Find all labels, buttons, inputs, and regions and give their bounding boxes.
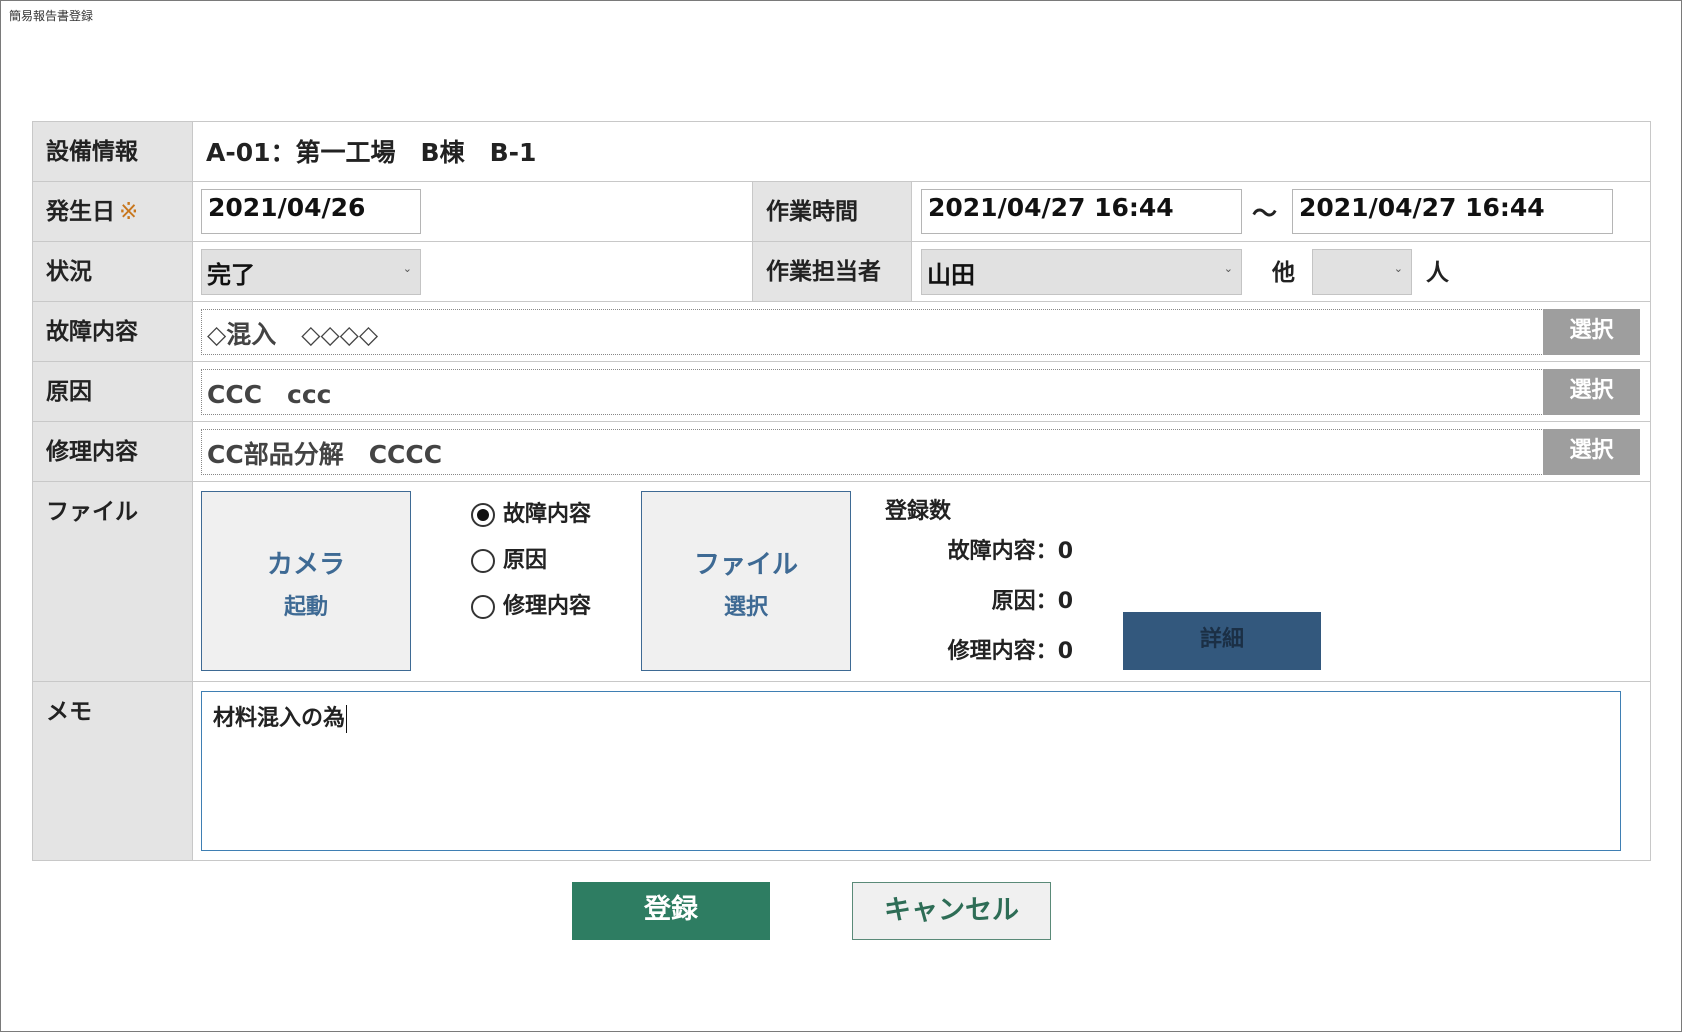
chevron-down-icon: ⌄ (1393, 262, 1403, 275)
radio-cause[interactable]: 原因 (471, 542, 547, 574)
row-fault: 故障内容 ◇混入 ◇◇◇◇ 選択 (33, 302, 1651, 362)
fault-label: 故障内容 (33, 302, 193, 361)
fault-value: ◇混入 ◇◇◇◇ (207, 320, 379, 349)
equipment-value: A-01：第一工場 B棟 B-1 (206, 138, 537, 167)
worker-label: 作業担当者 (752, 242, 912, 301)
count-fault: 故障内容：0 (947, 539, 1073, 564)
work-time-label: 作業時間 (752, 182, 912, 241)
memo-textarea[interactable]: 材料混入の為 (201, 691, 1621, 851)
occurrence-label: 発生日 ※ (33, 182, 193, 241)
repair-select-button[interactable]: 選択 (1543, 429, 1640, 475)
required-mark: ※ (119, 199, 139, 225)
file-select-button[interactable]: ファイル 選択 (641, 491, 851, 671)
memo-text: 材料混入の為 (213, 706, 346, 731)
cause-select-button[interactable]: 選択 (1543, 369, 1640, 415)
camera-button-line1: カメラ (266, 550, 345, 580)
row-status-worker: 状況 完了 ⌄ 作業担当者 山田 ⌄ 他 ⌄ 人 (33, 242, 1651, 302)
cause-value: CCC ccc (207, 380, 332, 409)
equipment-label: 設備情報 (33, 122, 193, 181)
detail-button[interactable]: 詳細 (1123, 612, 1321, 670)
camera-button-line2: 起動 (283, 595, 328, 620)
fault-field[interactable]: ◇混入 ◇◇◇◇ 選択 (201, 309, 1640, 355)
status-label: 状況 (33, 242, 193, 301)
row-memo: メモ 材料混入の為 (33, 682, 1651, 861)
radio-fault[interactable]: 故障内容 (471, 496, 591, 528)
radio-repair[interactable]: 修理内容 (471, 588, 591, 620)
count-repair: 修理内容：0 (947, 639, 1073, 664)
cause-field[interactable]: CCC ccc 選択 (201, 369, 1640, 415)
chevron-down-icon: ⌄ (402, 262, 412, 275)
repair-field[interactable]: CC部品分解 CCCC 選択 (201, 429, 1640, 475)
worker-select[interactable]: 山田 ⌄ (921, 249, 1242, 295)
file-select-line2: 選択 (723, 595, 768, 620)
work-time-separator: ～ (1252, 199, 1278, 228)
row-cause: 原因 CCC ccc 選択 (33, 362, 1651, 422)
occurrence-date-input[interactable]: 2021/04/26 (201, 189, 421, 234)
row-date-time: 発生日 ※ 2021/04/26 作業時間 2021/04/27 16:44 ～ … (33, 182, 1651, 242)
work-start-input[interactable]: 2021/04/27 16:44 (921, 189, 1242, 234)
row-repair: 修理内容 CC部品分解 CCCC 選択 (33, 422, 1651, 482)
row-file: ファイル カメラ 起動 故障内容 原因 修理内容 ファイル 選択 登録数 故障内… (33, 482, 1651, 682)
chevron-down-icon: ⌄ (1223, 262, 1233, 275)
fault-select-button[interactable]: 選択 (1543, 309, 1640, 355)
people-unit-label: 人 (1426, 260, 1449, 286)
register-button[interactable]: 登録 (572, 882, 770, 940)
cancel-button[interactable]: キャンセル (852, 882, 1051, 940)
count-title: 登録数 (885, 499, 952, 524)
radio-selected-icon (471, 503, 495, 527)
status-selected-value: 完了 (207, 261, 255, 289)
radio-unselected-icon (471, 595, 495, 619)
radio-unselected-icon (471, 549, 495, 573)
work-end-input[interactable]: 2021/04/27 16:44 (1292, 189, 1613, 234)
repair-value: CC部品分解 CCCC (207, 440, 443, 469)
others-count-select[interactable]: ⌄ (1312, 249, 1412, 295)
status-select[interactable]: 完了 ⌄ (201, 249, 421, 295)
file-label: ファイル (33, 482, 193, 681)
text-caret (346, 705, 348, 733)
worker-selected-value: 山田 (927, 261, 975, 289)
cause-label: 原因 (33, 362, 193, 421)
report-form: 設備情報 A-01：第一工場 B棟 B-1 発生日 ※ 2021/04/26 作業… (32, 121, 1651, 861)
row-equipment: 設備情報 A-01：第一工場 B棟 B-1 (33, 122, 1651, 182)
others-label: 他 (1272, 260, 1295, 286)
window-title: 簡易報告書登録 (9, 9, 94, 23)
memo-label: メモ (33, 682, 193, 860)
camera-button[interactable]: カメラ 起動 (201, 491, 411, 671)
count-cause: 原因：0 (991, 589, 1073, 614)
file-select-line1: ファイル (693, 550, 798, 580)
repair-label: 修理内容 (33, 422, 193, 481)
